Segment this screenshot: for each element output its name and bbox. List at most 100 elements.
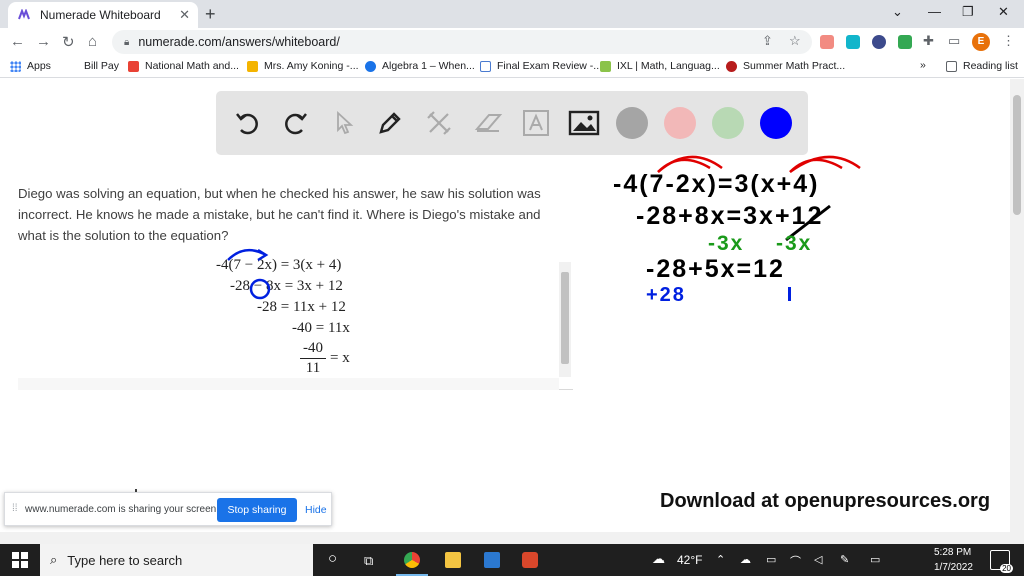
bookmark-star-icon[interactable]: ☆ (789, 33, 801, 49)
weather-cloud-icon[interactable]: ☁ (652, 551, 665, 567)
clock-time[interactable]: 5:28 PM (934, 547, 971, 558)
menu-icon[interactable]: ⋮ (1002, 33, 1015, 49)
undo-icon[interactable] (232, 107, 264, 139)
bookmark-label: Summer Math Pract... (743, 60, 846, 72)
bookmark-label: Mrs. Amy Koning -... (264, 60, 359, 72)
color-swatch-green[interactable] (712, 107, 744, 139)
address-bar[interactable]: 🔒︎ numerade.com/answers/whiteboard/ (112, 30, 812, 54)
extension-icon[interactable] (820, 35, 834, 49)
question-text: Diego was solving an equation, but when … (18, 186, 541, 243)
color-swatch-pink[interactable] (664, 107, 696, 139)
profile-avatar[interactable]: E (972, 33, 990, 51)
extension-icon[interactable] (898, 35, 912, 49)
bookmark-label: Algebra 1 – When... (382, 60, 475, 72)
globe-icon (365, 60, 376, 72)
panel-scrollbar-thumb[interactable] (561, 272, 569, 364)
browser-toolbar: ← → ↻ ⌂ 🔒︎ numerade.com/answers/whiteboa… (0, 28, 1024, 56)
windows-taskbar: ⌕ Type here to search ○ ⧉ ☁ 42°F ⌃ ☁ ▭ ⌒… (0, 544, 1024, 576)
close-window-button[interactable]: ✕ (998, 4, 1009, 20)
task-view-icon[interactable]: ⧉ (364, 553, 373, 569)
file-explorer-icon[interactable] (445, 552, 461, 568)
taskbar-search[interactable]: ⌕ Type here to search (40, 544, 313, 576)
close-tab-icon[interactable]: ✕ (179, 7, 190, 23)
redo-icon[interactable] (279, 107, 311, 139)
fraction-numerator: -40 (303, 340, 323, 356)
weather-temp[interactable]: 42°F (677, 553, 702, 567)
bookmark-favicon-icon (247, 60, 258, 72)
battery-icon[interactable]: ▭ (766, 553, 776, 566)
cortana-icon[interactable]: ○ (328, 550, 337, 567)
extension-icon[interactable] (846, 35, 860, 49)
share-message: www.numerade.com is sharing your screen. (25, 504, 219, 515)
share-icon[interactable]: ⇪ (762, 33, 773, 49)
text-tool-icon[interactable] (520, 107, 552, 139)
screen-share-bar: ⁞⁞ www.numerade.com is sharing your scre… (4, 492, 332, 526)
image-tool-icon[interactable] (568, 107, 600, 139)
bookmark-ixl[interactable]: IXL | Math, Languag... (600, 60, 720, 72)
onedrive-icon[interactable]: ☁ (740, 553, 751, 566)
bookmark-bill-pay[interactable]: Bill Pay (84, 60, 119, 72)
extension-icon[interactable] (872, 35, 886, 49)
minimize-button[interactable]: — (928, 4, 941, 19)
tab-search-icon[interactable]: ⌄ (892, 4, 903, 20)
handwritten-line: -3x (776, 232, 813, 255)
network-icon[interactable]: ⌒ (790, 553, 801, 569)
tab-title: Numerade Whiteboard (40, 8, 161, 22)
select-pointer-icon[interactable] (328, 107, 360, 139)
reading-list-icon (946, 60, 957, 72)
home-button[interactable]: ⌂ (88, 33, 97, 50)
fraction-bar (300, 358, 326, 359)
color-swatch-gray[interactable] (616, 107, 648, 139)
bookmark-summer-math[interactable]: Summer Math Pract... (726, 60, 845, 72)
notification-center-icon[interactable]: 20 (990, 550, 1013, 573)
panel-horizontal-scrollbar[interactable] (18, 378, 559, 390)
stop-sharing-button[interactable]: Stop sharing (217, 498, 297, 522)
tray-chevron-icon[interactable]: ⌃ (716, 553, 725, 566)
pen-icon[interactable] (374, 107, 406, 139)
lock-icon: 🔒︎ (124, 36, 130, 48)
bookmark-national-math[interactable]: National Math and... (128, 60, 239, 72)
back-button[interactable]: ← (10, 33, 25, 50)
volume-icon[interactable]: ◁ (814, 553, 822, 566)
bookmark-label: Apps (27, 60, 51, 72)
restore-button[interactable]: ❐ (962, 4, 974, 20)
screen: Numerade Whiteboard ✕ + ⌄ — ❐ ✕ ← → ↻ ⌂ … (0, 0, 1024, 576)
color-swatch-blue[interactable] (760, 107, 792, 139)
new-tab-button[interactable]: + (205, 4, 216, 25)
bookmark-label: Final Exam Review -... (497, 60, 603, 72)
clock-date[interactable]: 1/7/2022 (934, 562, 973, 573)
reading-list-button[interactable]: Reading list (946, 60, 1018, 72)
cast-icon[interactable]: ▭ (948, 33, 960, 49)
search-icon: ⌕ (50, 552, 58, 567)
apps-grid-icon (10, 60, 21, 72)
keyboard-icon[interactable]: ▭ (870, 553, 880, 566)
url-text: numerade.com/answers/whiteboard/ (138, 35, 340, 49)
extensions-puzzle-icon[interactable]: ✚ (923, 33, 934, 49)
eraser-icon[interactable] (472, 107, 504, 139)
tools-icon[interactable] (423, 107, 455, 139)
bookmark-apps[interactable]: Apps (10, 60, 51, 72)
pen-tray-icon[interactable]: ✎ (840, 553, 849, 566)
hide-button[interactable]: Hide (305, 504, 327, 516)
chrome-icon[interactable] (404, 552, 420, 568)
bookmark-algebra-1[interactable]: Algebra 1 – When... (365, 60, 475, 72)
page-scrollbar-thumb[interactable] (1013, 95, 1021, 215)
app-icon[interactable] (522, 552, 538, 568)
bookmark-label: IXL | Math, Languag... (617, 60, 720, 72)
forward-button[interactable]: → (36, 33, 51, 50)
browser-tab[interactable]: Numerade Whiteboard ✕ (8, 2, 198, 28)
panel-scrollbar[interactable] (559, 262, 571, 377)
page-horizontal-scrollbar[interactable] (0, 532, 1010, 544)
reload-button[interactable]: ↻ (62, 33, 75, 51)
bookmarks-overflow-button[interactable]: » (920, 59, 926, 71)
bookmark-amy-koning[interactable]: Mrs. Amy Koning -... (247, 60, 359, 72)
page-scrollbar[interactable] (1010, 79, 1024, 544)
bookmarks-bar: Apps Bill Pay National Math and... Mrs. … (0, 56, 1024, 78)
bookmark-final-exam[interactable]: Final Exam Review -... (480, 60, 602, 72)
drag-handle-icon[interactable]: ⁞⁞ (12, 503, 18, 514)
windows-start-icon[interactable] (12, 552, 28, 568)
equation-step: = x (330, 350, 350, 366)
handwritten-line: -28+5x=12 (646, 255, 785, 283)
numerade-logo-icon (18, 9, 30, 20)
store-icon[interactable] (484, 552, 500, 568)
